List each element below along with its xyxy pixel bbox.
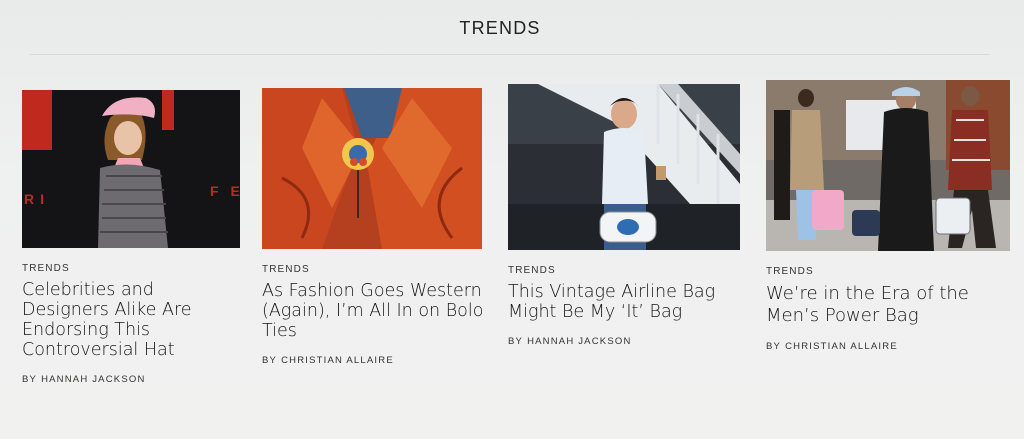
article-image[interactable] (766, 80, 1010, 251)
backdrop-text: F E (210, 183, 240, 199)
section-divider (30, 54, 990, 55)
author-link[interactable]: HANNAH JACKSON (527, 336, 631, 347)
article-image[interactable] (262, 88, 482, 249)
byline-prefix: BY (508, 336, 524, 347)
article-category[interactable]: TRENDS (508, 265, 744, 276)
article-card[interactable]: RI F E TRENDS Celebrities and Designers … (22, 90, 242, 385)
article-image[interactable]: RI F E (22, 90, 240, 248)
article-headline[interactable]: As Fashion Goes Western (Again), I’m All… (262, 281, 484, 341)
section-title: TRENDS (459, 18, 541, 38)
article-card[interactable]: TRENDS This Vintage Airline Bag Might Be… (508, 84, 744, 347)
byline-prefix: BY (262, 355, 278, 366)
author-link[interactable]: CHRISTIAN ALLAIRE (785, 341, 898, 352)
article-headline[interactable]: Celebrities and Designers Alike Are Endo… (22, 280, 242, 360)
author-link[interactable]: CHRISTIAN ALLAIRE (281, 355, 394, 366)
article-category[interactable]: TRENDS (766, 266, 1016, 277)
byline-prefix: BY (22, 374, 38, 385)
article-byline: BY CHRISTIAN ALLAIRE (766, 341, 1016, 352)
svg-text:RI: RI (24, 191, 50, 207)
article-card[interactable]: TRENDS As Fashion Goes Western (Again), … (262, 88, 484, 366)
article-category[interactable]: TRENDS (22, 263, 242, 274)
article-card[interactable]: TRENDS We’re in the Era of the Men’s Pow… (766, 80, 1016, 352)
byline-prefix: BY (766, 341, 782, 352)
article-byline: BY CHRISTIAN ALLAIRE (262, 355, 484, 366)
article-headline[interactable]: This Vintage Airline Bag Might Be My ‘It… (508, 282, 744, 322)
article-category[interactable]: TRENDS (262, 264, 484, 275)
article-byline: BY HANNAH JACKSON (22, 374, 242, 385)
article-byline: BY HANNAH JACKSON (508, 336, 744, 347)
author-link[interactable]: HANNAH JACKSON (41, 374, 145, 385)
article-headline[interactable]: We’re in the Era of the Men’s Power Bag (766, 283, 1016, 327)
article-image[interactable] (508, 84, 740, 250)
